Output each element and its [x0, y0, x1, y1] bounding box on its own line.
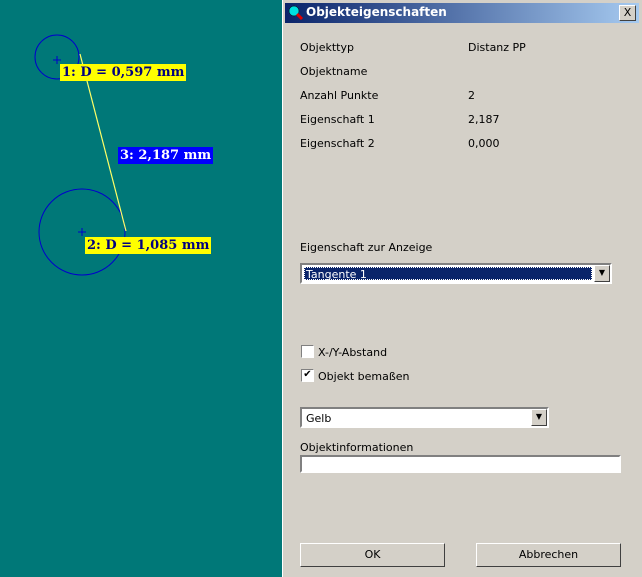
prop-value-prop2: 0,000	[468, 137, 500, 150]
prop-label-prop2: Eigenschaft 2	[300, 137, 375, 150]
dimension-object-checkbox[interactable]: ✔	[301, 369, 314, 382]
close-button[interactable]: X	[619, 5, 636, 21]
display-property-select[interactable]: Tangente 1 ▼	[300, 263, 612, 284]
display-property-label: Eigenschaft zur Anzeige	[300, 241, 433, 254]
circle-1-label[interactable]: 1: D = 0,597 mm	[60, 64, 187, 81]
cancel-button[interactable]: Abbrechen	[476, 543, 621, 567]
prop-label-name: Objektname	[300, 65, 368, 78]
drawing-canvas[interactable]: 1: D = 0,597 mm 3: 2,187 mm 2: D = 1,085…	[0, 0, 282, 577]
checkmark-icon: ✔	[303, 369, 312, 380]
color-select-value: Gelb	[306, 412, 332, 425]
chevron-down-icon[interactable]: ▼	[594, 265, 610, 282]
color-select[interactable]: Gelb ▼	[300, 407, 549, 428]
object-info-label: Objektinformationen	[300, 441, 414, 454]
circle-2-label[interactable]: 2: D = 1,085 mm	[85, 237, 212, 254]
display-property-value: Tangente 1	[304, 267, 592, 281]
chevron-down-icon[interactable]: ▼	[531, 409, 547, 426]
prop-label-prop1: Eigenschaft 1	[300, 113, 375, 126]
xy-distance-checkbox[interactable]	[301, 345, 314, 358]
properties-icon	[288, 5, 304, 21]
object-info-field[interactable]	[300, 455, 621, 473]
ok-button[interactable]: OK	[300, 543, 445, 567]
dialog-title: Objekteigenschaften	[306, 5, 447, 19]
prop-label-type: Objekttyp	[300, 41, 354, 54]
prop-label-points: Anzahl Punkte	[300, 89, 379, 102]
measurement-drawing	[34, 34, 127, 276]
object-properties-dialog: Objekteigenschaften X Objekttyp Distanz …	[282, 0, 642, 577]
distance-label[interactable]: 3: 2,187 mm	[118, 147, 214, 164]
prop-value-type: Distanz PP	[468, 41, 526, 54]
dimension-object-label[interactable]: Objekt bemaßen	[318, 370, 410, 383]
xy-distance-label[interactable]: X-/Y-Abstand	[318, 346, 387, 359]
prop-value-prop1: 2,187	[468, 113, 500, 126]
prop-value-points: 2	[468, 89, 475, 102]
title-bar[interactable]: Objekteigenschaften X	[285, 3, 639, 23]
